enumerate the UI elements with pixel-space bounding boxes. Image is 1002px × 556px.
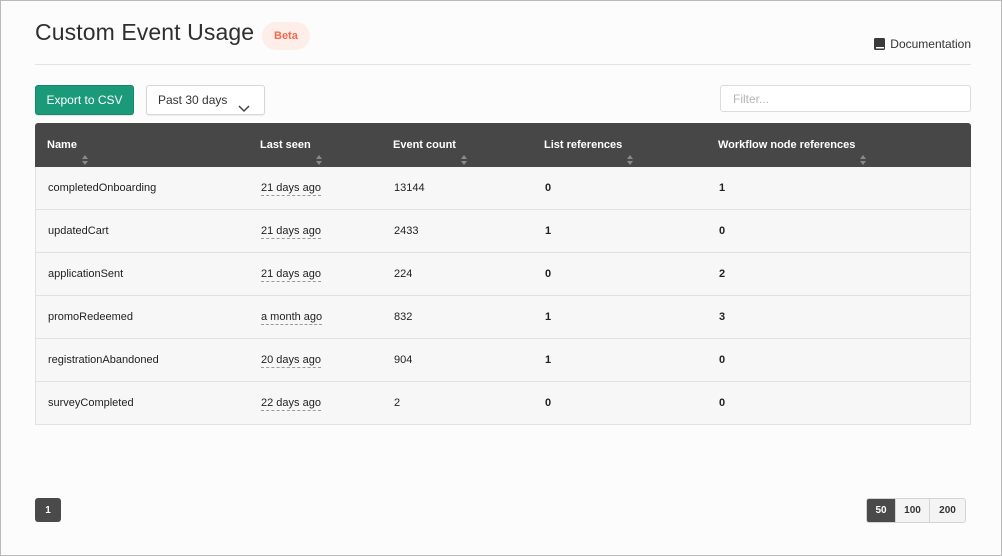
sort-icon xyxy=(315,140,322,165)
last-seen-cell: a month ago xyxy=(261,296,323,338)
app-frame: Custom Event Usage Beta Documentation Ex… xyxy=(0,0,1002,556)
workflow-references: 0 xyxy=(719,354,726,366)
last-seen-cell: 22 days ago xyxy=(261,382,321,424)
list-references: 1 xyxy=(545,225,552,237)
last-seen-cell: 20 days ago xyxy=(261,339,321,381)
page-size-selector: 50 100 200 xyxy=(866,498,966,523)
column-label: List references xyxy=(544,139,623,151)
column-header-list-references[interactable]: List references xyxy=(544,123,634,167)
page-size-200-button[interactable]: 200 xyxy=(930,499,965,522)
list-references: 1 xyxy=(545,354,552,366)
workflow-references: 0 xyxy=(719,225,726,237)
list-references: 1 xyxy=(545,311,552,323)
column-header-workflow-node-references[interactable]: Workflow node references xyxy=(718,123,867,167)
column-label: Event count xyxy=(393,139,456,151)
list-references: 0 xyxy=(545,182,552,194)
workflow-references: 1 xyxy=(719,182,726,194)
date-range-value: Past 30 days xyxy=(158,93,228,107)
chevron-down-icon xyxy=(238,95,250,123)
filter-input[interactable] xyxy=(720,85,971,112)
beta-badge: Beta xyxy=(262,22,310,50)
event-name: promoRedeemed xyxy=(48,311,133,323)
event-name: applicationSent xyxy=(48,268,124,280)
column-header-event-count[interactable]: Event count xyxy=(393,123,467,167)
page-size-100-button[interactable]: 100 xyxy=(896,499,930,522)
last-seen-value: 21 days ago xyxy=(261,182,321,196)
event-name: registrationAbandoned xyxy=(48,354,159,366)
event-count: 2433 xyxy=(394,225,419,237)
list-references: 0 xyxy=(545,268,552,280)
sort-icon xyxy=(460,140,467,165)
column-label: Name xyxy=(47,139,77,151)
sort-icon xyxy=(627,140,634,165)
event-count: 224 xyxy=(394,268,413,280)
list-references: 0 xyxy=(545,397,552,409)
event-name: surveyCompleted xyxy=(48,397,134,409)
table-row: registrationAbandoned 20 days ago 904 1 … xyxy=(35,339,971,382)
export-csv-button[interactable]: Export to CSV xyxy=(35,85,134,115)
last-seen-value: 20 days ago xyxy=(261,354,321,368)
event-count: 904 xyxy=(394,354,413,366)
table-header: Name Last seen Event count List referenc… xyxy=(35,123,971,167)
table-row: applicationSent 21 days ago 224 0 2 xyxy=(35,253,971,296)
last-seen-cell: 21 days ago xyxy=(261,253,321,295)
page-title: Custom Event Usage xyxy=(35,19,255,45)
book-icon xyxy=(874,38,886,50)
workflow-references: 0 xyxy=(719,397,726,409)
documentation-link[interactable]: Documentation xyxy=(874,37,971,51)
workflow-references: 3 xyxy=(719,311,726,323)
last-seen-cell: 21 days ago xyxy=(261,167,321,209)
events-table: Name Last seen Event count List referenc… xyxy=(35,123,971,425)
page-size-50-button[interactable]: 50 xyxy=(867,499,896,522)
last-seen-value: a month ago xyxy=(261,311,323,325)
last-seen-cell: 21 days ago xyxy=(261,210,321,252)
table-row: updatedCart 21 days ago 2433 1 0 xyxy=(35,210,971,253)
toolbar: Export to CSV Past 30 days xyxy=(35,85,971,115)
workflow-references: 2 xyxy=(719,268,726,280)
column-header-last-seen[interactable]: Last seen xyxy=(260,123,322,167)
event-name: completedOnboarding xyxy=(48,182,157,194)
column-label: Last seen xyxy=(260,139,311,151)
table-row: surveyCompleted 22 days ago 2 0 0 xyxy=(35,382,971,425)
table-row: completedOnboarding 21 days ago 13144 0 … xyxy=(35,167,971,210)
page-1-button[interactable]: 1 xyxy=(35,498,61,522)
event-count: 2 xyxy=(394,397,401,409)
table-row: promoRedeemed a month ago 832 1 3 xyxy=(35,296,971,339)
last-seen-value: 21 days ago xyxy=(261,225,321,239)
event-count: 832 xyxy=(394,311,413,323)
documentation-label: Documentation xyxy=(890,37,971,51)
column-header-name[interactable]: Name xyxy=(47,123,88,167)
column-label: Workflow node references xyxy=(718,139,856,151)
event-count: 13144 xyxy=(394,182,425,194)
page-header: Custom Event Usage Beta Documentation xyxy=(35,19,971,65)
sort-icon xyxy=(81,140,88,165)
last-seen-value: 22 days ago xyxy=(261,397,321,411)
date-range-select[interactable]: Past 30 days xyxy=(146,85,265,115)
last-seen-value: 21 days ago xyxy=(261,268,321,282)
event-name: updatedCart xyxy=(48,225,109,237)
sort-icon xyxy=(860,140,867,165)
